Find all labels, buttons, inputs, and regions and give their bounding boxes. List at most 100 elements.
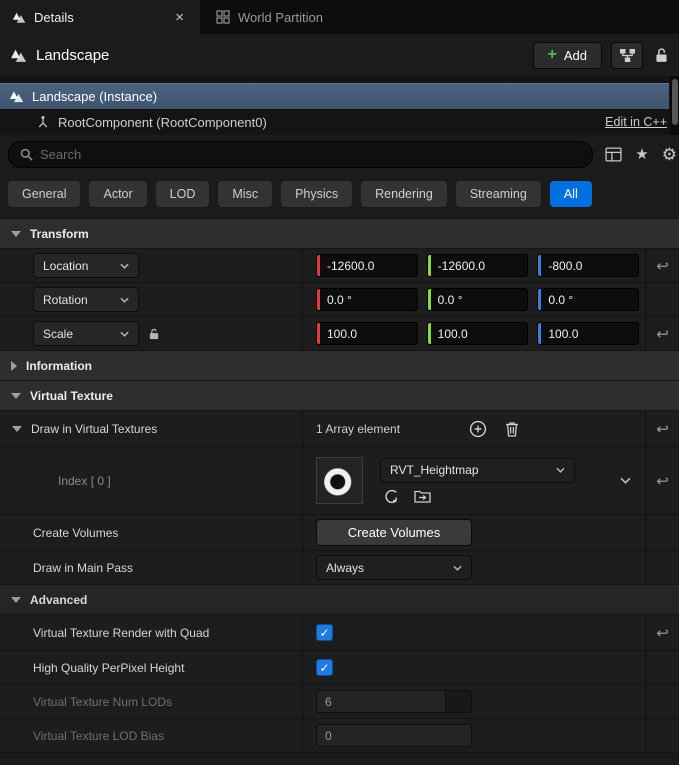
rvt-asset-thumbnail[interactable]: [316, 457, 363, 504]
section-title: Advanced: [30, 592, 88, 607]
section-virtual-texture[interactable]: Virtual Texture: [0, 381, 679, 411]
prop-row-location: Location -12600.0 -12600.0 -800.0 ↩: [0, 249, 679, 283]
panel-header: Landscape + Add: [0, 34, 679, 76]
draw-in-vt-label-cell: Draw in Virtual Textures: [0, 411, 302, 446]
chevron-down-icon: [556, 467, 565, 473]
revert-column: [645, 515, 679, 550]
location-dropdown[interactable]: Location: [33, 253, 139, 278]
location-z-field[interactable]: -800.0: [537, 254, 640, 277]
perpixel-checkbox[interactable]: ✓: [316, 659, 333, 676]
display-options-icon[interactable]: [605, 147, 622, 162]
spinner-cap: [445, 691, 471, 712]
filter-lod[interactable]: LOD: [155, 181, 210, 207]
create-volumes-button[interactable]: Create Volumes: [316, 519, 472, 546]
chevron-right-icon: [11, 360, 17, 371]
chevron-down-icon[interactable]: [12, 425, 22, 432]
scale-y-field[interactable]: 100.0: [426, 322, 529, 345]
filter-misc[interactable]: Misc: [218, 181, 273, 207]
tree-scrollbar[interactable]: [670, 76, 679, 135]
filter-actor[interactable]: Actor: [89, 181, 147, 207]
lock-icon: [654, 47, 669, 64]
root-component-icon: [36, 115, 50, 129]
filter-physics[interactable]: Physics: [281, 181, 353, 207]
tree-row-root-component[interactable]: RootComponent (RootComponent0) Edit in C…: [0, 109, 679, 135]
landscape-instance-icon: [9, 90, 24, 103]
filter-label: Misc: [232, 187, 259, 201]
asset-dropdown[interactable]: RVT_Heightmap: [380, 457, 575, 483]
num-lods-label-cell: Virtual Texture Num LODs: [0, 685, 302, 718]
plus-icon: +: [547, 46, 557, 63]
section-advanced[interactable]: Advanced: [0, 585, 679, 615]
tree-scrollbar-handle[interactable]: [671, 79, 678, 125]
section-title: Information: [26, 358, 92, 373]
settings-gear-icon[interactable]: ⚙: [662, 146, 677, 163]
prop-row-rotation: Rotation 0.0 ° 0.0 ° 0.0 °: [0, 283, 679, 317]
index-expander-chevron[interactable]: [620, 477, 631, 484]
main-pass-dropdown[interactable]: Always: [316, 555, 472, 580]
details-lock-button[interactable]: [652, 47, 671, 64]
revert-icon: ↩: [656, 420, 669, 438]
chevron-down-icon: [11, 392, 21, 399]
draw-in-vt-revert-button[interactable]: ↩: [645, 411, 679, 446]
scale-z-field[interactable]: 100.0: [537, 322, 640, 345]
rotation-values: 0.0 ° 0.0 ° 0.0 °: [302, 283, 645, 316]
quad-revert-button[interactable]: ↩: [645, 615, 679, 650]
main-pass-value: Always: [302, 551, 645, 584]
asset-picker: RVT_Heightmap: [380, 457, 575, 504]
revert-column: [645, 651, 679, 684]
trash-icon[interactable]: [505, 421, 519, 437]
edit-in-cpp-link[interactable]: Edit in C++: [605, 115, 667, 129]
tab-world-partition[interactable]: World Partition: [204, 0, 335, 34]
filter-all[interactable]: All: [549, 181, 592, 207]
filter-streaming[interactable]: Streaming: [455, 181, 541, 207]
tree-row-landscape-instance[interactable]: Landscape (Instance): [0, 83, 669, 109]
quad-value: ✓: [302, 615, 645, 650]
scale-x-field[interactable]: 100.0: [316, 322, 418, 345]
revert-icon: ↩: [656, 624, 669, 642]
section-transform[interactable]: Transform: [0, 219, 679, 249]
scale-x-value: 100.0: [327, 326, 358, 341]
prop-row-num-lods: Virtual Texture Num LODs 6: [0, 685, 679, 719]
filter-rendering[interactable]: Rendering: [361, 181, 447, 207]
page-title: Landscape: [36, 46, 110, 64]
index-revert-button[interactable]: ↩: [645, 447, 679, 514]
rotation-y-field[interactable]: 0.0 °: [426, 288, 529, 311]
prop-row-perpixel-height: High Quality PerPixel Height ✓: [0, 651, 679, 685]
rotation-dropdown[interactable]: Rotation: [33, 287, 139, 312]
tab-details[interactable]: Details ×: [0, 0, 200, 34]
tree-row-label: RootComponent (RootComponent0): [58, 114, 267, 130]
revert-icon: ↩: [656, 325, 669, 343]
use-selected-asset-icon[interactable]: [384, 489, 399, 504]
section-information[interactable]: Information: [0, 351, 679, 381]
subobject-hierarchy-button[interactable]: [611, 41, 643, 69]
property-label: Draw in Virtual Textures: [31, 421, 158, 436]
tab-close-icon[interactable]: ×: [171, 9, 188, 26]
filter-general[interactable]: General: [8, 181, 81, 207]
rotation-x-field[interactable]: 0.0 °: [316, 288, 418, 311]
browse-to-asset-icon[interactable]: [414, 489, 431, 503]
search-box[interactable]: [8, 141, 594, 168]
check-icon: ✓: [319, 660, 330, 675]
scale-y-value: 100.0: [437, 326, 468, 341]
add-button[interactable]: + Add: [532, 41, 602, 69]
quad-checkbox[interactable]: ✓: [316, 624, 333, 641]
location-revert-button[interactable]: ↩: [645, 249, 679, 282]
num-lods-value: 6: [302, 685, 645, 718]
lod-bias-field: 0: [316, 724, 472, 747]
scale-revert-button[interactable]: ↩: [645, 317, 679, 350]
add-element-icon[interactable]: [469, 420, 487, 438]
property-label: Virtual Texture LOD Bias: [33, 728, 164, 743]
search-input[interactable]: [40, 147, 582, 162]
array-count-text: 1 Array element: [316, 421, 401, 436]
scale-lock-icon[interactable]: [148, 327, 160, 341]
property-label: Create Volumes: [33, 525, 119, 540]
chevron-down-icon: [11, 596, 21, 603]
scale-dropdown[interactable]: Scale: [33, 321, 139, 346]
dropdown-label: Rotation: [43, 292, 88, 307]
location-x-field[interactable]: -12600.0: [316, 254, 418, 277]
component-tree: Landscape (Instance) RootComponent (Root…: [0, 76, 679, 135]
favorites-star-icon[interactable]: ★: [635, 147, 648, 162]
rotation-z-field[interactable]: 0.0 °: [537, 288, 640, 311]
location-y-field[interactable]: -12600.0: [426, 254, 529, 277]
location-z-value: -800.0: [548, 258, 583, 273]
